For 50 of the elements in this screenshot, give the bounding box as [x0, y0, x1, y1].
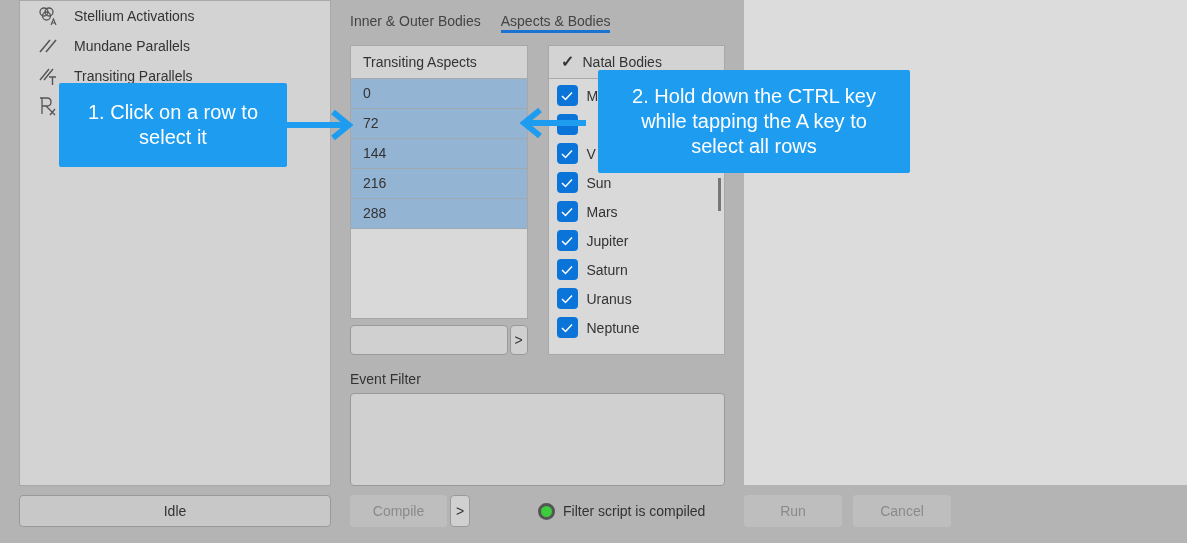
- sidebar-item[interactable]: Transiting Parallels: [74, 69, 193, 83]
- pointer-arrow: [287, 108, 353, 142]
- table-row[interactable]: 288: [351, 199, 527, 229]
- check-icon: [561, 177, 573, 188]
- tab[interactable]: Inner & Outer Bodies: [350, 11, 481, 33]
- checkbox[interactable]: [556, 230, 578, 251]
- body-label: Sun: [586, 175, 612, 190]
- pointer-arrow: [520, 106, 586, 140]
- table-row[interactable]: 72: [351, 109, 527, 139]
- status-button[interactable]: Idle: [19, 495, 331, 527]
- status-text: Filter script is compiled: [563, 501, 706, 521]
- checkbox[interactable]: [556, 259, 578, 280]
- table-row[interactable]: 0: [351, 79, 527, 109]
- column-header: Transiting Aspects: [351, 46, 527, 79]
- checkbox[interactable]: [556, 288, 578, 309]
- body-label: Mars: [586, 204, 618, 219]
- body-label: Jupiter: [586, 233, 629, 248]
- check-icon: [561, 90, 573, 101]
- checkbox[interactable]: [556, 201, 578, 222]
- callout: 1. Click on a row to select it: [59, 83, 287, 167]
- prescription-icon: [38, 96, 58, 116]
- check-icon: [561, 322, 573, 333]
- body-label: Uranus: [586, 291, 632, 306]
- checkbox[interactable]: [556, 85, 578, 106]
- next-button[interactable]: >: [509, 325, 528, 355]
- check-all-mark[interactable]: ✓: [560, 50, 574, 74]
- checkbox[interactable]: [556, 143, 578, 164]
- checkbox[interactable]: [556, 172, 578, 193]
- circles-icon: [38, 6, 58, 26]
- scrollbar-thumb[interactable]: [718, 178, 721, 211]
- body-label: Saturn: [586, 262, 628, 277]
- body-label: V: [586, 146, 596, 161]
- sidebar-item[interactable]: Mundane Parallels: [74, 39, 190, 53]
- sidebar-item[interactable]: Stellium Activations: [74, 9, 195, 23]
- check-icon: [561, 264, 573, 275]
- check-icon: [561, 148, 573, 159]
- callout: 2. Hold down the CTRL key while tapping the A key to select all rows: [598, 70, 910, 173]
- checkbox[interactable]: [556, 317, 578, 338]
- table-row[interactable]: 216: [351, 169, 527, 199]
- body-label: M: [586, 88, 599, 103]
- table-row[interactable]: 144: [351, 139, 527, 169]
- section-label: Event Filter: [350, 370, 422, 389]
- header-text: Natal Bodies: [582, 52, 662, 72]
- body-label: Neptune: [586, 320, 640, 335]
- parallel-lines-icon: [38, 66, 58, 86]
- check-icon: [561, 293, 573, 304]
- check-icon: [561, 206, 573, 217]
- tab[interactable]: Aspects & Bodies: [500, 11, 611, 33]
- check-icon: [561, 235, 573, 246]
- scroll-field[interactable]: [350, 325, 508, 355]
